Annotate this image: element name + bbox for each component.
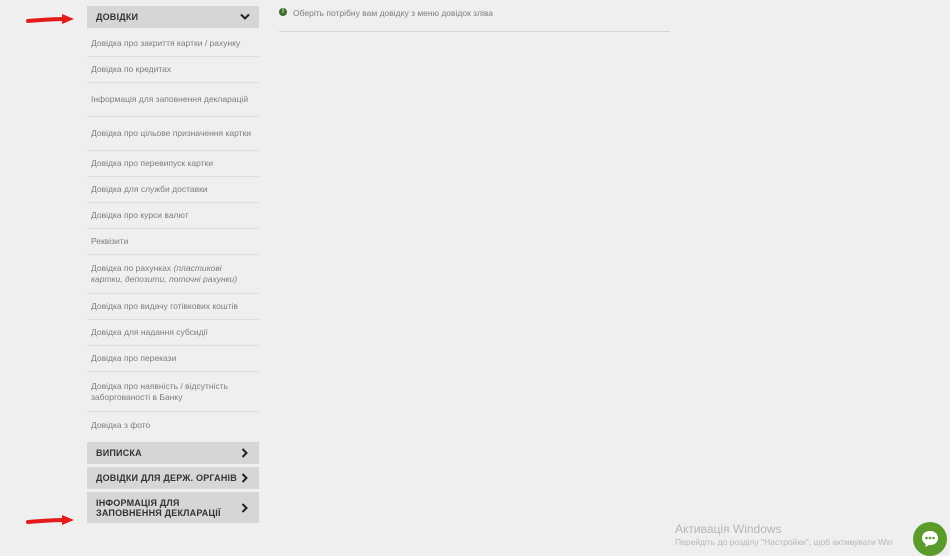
submenu-item[interactable]: Довідка про цільове призначення картки <box>87 117 259 151</box>
chat-button[interactable] <box>913 522 947 556</box>
chevron-right-icon <box>240 502 250 513</box>
windows-activation-watermark: Активація Windows Перейдіть до розділу "… <box>675 522 893 547</box>
submenu-item[interactable]: Реквізити <box>87 229 259 255</box>
submenu-item[interactable]: Довідка про наявність / відсутність забо… <box>87 372 259 412</box>
submenu-dovidky: Довідка про закриття картки / рахунку До… <box>87 31 259 438</box>
submenu-item[interactable]: Довідка про перевипуск картки <box>87 151 259 177</box>
watermark-subtitle: Перейдіть до розділу "Настройки", щоб ак… <box>675 537 893 547</box>
red-arrow-icon <box>26 515 74 525</box>
section-label: ІНФОРМАЦІЯ ДЛЯ ЗАПОВНЕННЯ ДЕКЛАРАЦІЇ <box>96 497 221 518</box>
chevron-right-icon <box>240 448 250 458</box>
submenu-item[interactable]: Довідка про закриття картки / рахунку <box>87 31 259 57</box>
notice-text: Оберіть потрібну вам довідку з меню дові… <box>293 8 493 18</box>
menu-section-vypyska[interactable]: ВИПИСКА <box>87 442 259 464</box>
watermark-title: Активація Windows <box>675 522 782 536</box>
chevron-right-icon <box>240 473 250 483</box>
submenu-item[interactable]: Довідка по рахунках (пластикові картки, … <box>87 255 259 294</box>
submenu-item[interactable]: Довідка для надання субсидії <box>87 320 259 346</box>
chevron-down-icon <box>240 12 250 22</box>
info-notice: ! Оберіть потрібну вам довідку з меню до… <box>279 8 670 32</box>
chat-icon <box>922 531 938 547</box>
submenu-item[interactable]: Інформація для заповнення декларацій <box>87 83 259 117</box>
sidebar-menu: ДОВІДКИ Довідка про закриття картки / ра… <box>87 6 259 526</box>
section-label: ДОВІДКИ ДЛЯ ДЕРЖ. ОРГАНІВ <box>96 473 237 483</box>
info-icon: ! <box>279 8 287 16</box>
menu-section-dovidky[interactable]: ДОВІДКИ <box>87 6 259 28</box>
red-arrow-icon <box>26 14 74 24</box>
submenu-item[interactable]: Довідка про видачу готівкових коштів <box>87 294 259 320</box>
submenu-item[interactable]: Довідка по кредитах <box>87 57 259 83</box>
menu-section-deklaratsii[interactable]: ІНФОРМАЦІЯ ДЛЯ ЗАПОВНЕННЯ ДЕКЛАРАЦІЇ <box>87 492 259 523</box>
submenu-item[interactable]: Довідка з фото <box>87 412 259 438</box>
submenu-item[interactable]: Довідка про курси валют <box>87 203 259 229</box>
submenu-item[interactable]: Довідка для служби доставки <box>87 177 259 203</box>
section-label: ВИПИСКА <box>96 448 142 458</box>
menu-section-derzh-organy[interactable]: ДОВІДКИ ДЛЯ ДЕРЖ. ОРГАНІВ <box>87 467 259 489</box>
submenu-item[interactable]: Довідка про перекази <box>87 346 259 372</box>
section-label: ДОВІДКИ <box>96 12 139 22</box>
